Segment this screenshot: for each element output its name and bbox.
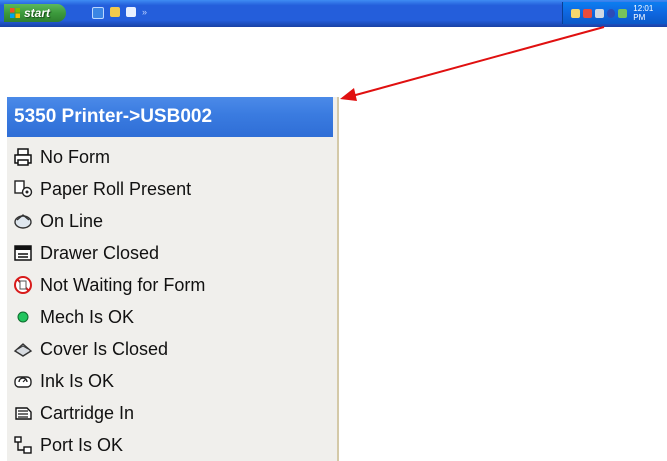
update-icon[interactable] bbox=[618, 8, 628, 18]
network-icon[interactable] bbox=[594, 8, 604, 18]
menu-title: 5350 Printer->USB002 bbox=[7, 97, 333, 137]
status-label: Mech Is OK bbox=[40, 306, 135, 327]
status-item-ink[interactable]: Ink Is OK bbox=[7, 365, 335, 397]
drawer-icon bbox=[12, 242, 34, 264]
status-label: Ink Is OK bbox=[40, 370, 115, 391]
clock[interactable]: 12:01 PM bbox=[633, 4, 667, 22]
system-tray: 12:01 PM bbox=[562, 2, 667, 24]
folder-icon[interactable] bbox=[110, 7, 120, 17]
printer-status-tray-icon[interactable] bbox=[582, 8, 592, 18]
taskbar: start » 12:01 PM bbox=[0, 0, 667, 27]
cartridge-icon bbox=[12, 402, 34, 424]
printer-icon bbox=[12, 146, 34, 168]
status-item-no-form[interactable]: No Form bbox=[7, 141, 335, 173]
start-button[interactable]: start bbox=[4, 4, 66, 22]
volume-icon[interactable] bbox=[571, 8, 580, 18]
port-icon bbox=[12, 434, 34, 456]
internet-explorer-icon[interactable] bbox=[92, 7, 104, 19]
status-label: Not Waiting for Form bbox=[40, 274, 206, 295]
status-label: No Form bbox=[40, 146, 111, 167]
online-icon bbox=[12, 210, 34, 232]
status-item-mech[interactable]: Mech Is OK bbox=[7, 301, 335, 333]
status-item-cover[interactable]: Cover Is Closed bbox=[7, 333, 335, 365]
security-icon[interactable] bbox=[606, 8, 616, 18]
paper-roll-icon bbox=[12, 178, 34, 200]
status-label: Paper Roll Present bbox=[40, 178, 192, 199]
ink-icon bbox=[12, 370, 34, 392]
status-item-port[interactable]: Port Is OK bbox=[7, 429, 335, 461]
status-item-paper-roll[interactable]: Paper Roll Present bbox=[7, 173, 335, 205]
status-label: On Line bbox=[40, 210, 104, 231]
printer-status-menu: 5350 Printer->USB002 No Form Paper Roll … bbox=[7, 97, 339, 461]
cover-icon bbox=[12, 338, 34, 360]
show-desktop-icon[interactable] bbox=[126, 7, 136, 17]
start-label: start bbox=[24, 6, 51, 20]
not-waiting-icon bbox=[12, 274, 34, 296]
status-label: Cartridge In bbox=[40, 402, 135, 423]
status-label: Port Is OK bbox=[40, 434, 124, 455]
green-dot-icon bbox=[12, 306, 34, 328]
status-item-cartridge[interactable]: Cartridge In bbox=[7, 397, 335, 429]
status-list: No Form Paper Roll Present On Line Drawe… bbox=[7, 141, 335, 461]
status-item-drawer[interactable]: Drawer Closed bbox=[7, 237, 335, 269]
status-label: Drawer Closed bbox=[40, 242, 160, 263]
status-item-not-waiting[interactable]: Not Waiting for Form bbox=[7, 269, 335, 301]
status-item-on-line[interactable]: On Line bbox=[7, 205, 335, 237]
quick-launch-overflow-icon[interactable]: » bbox=[142, 7, 152, 17]
status-label: Cover Is Closed bbox=[40, 338, 169, 359]
quick-launch: » bbox=[92, 7, 152, 19]
windows-flag-icon bbox=[10, 8, 20, 18]
